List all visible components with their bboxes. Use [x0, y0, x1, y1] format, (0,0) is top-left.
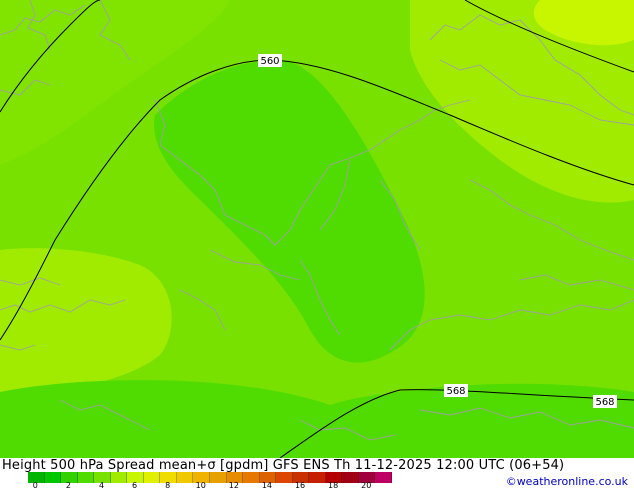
spread-map: 560 568 568 — [0, 0, 634, 458]
contour-label-560-text: 560 — [260, 56, 279, 67]
map-title: Height 500 hPa Spread mean+σ [gpdm] GFS … — [2, 458, 565, 473]
colorbar-tick-label: 14 — [261, 481, 273, 490]
colorbar-tick-label: 20 — [361, 481, 372, 490]
colorbar-ticks: 0 2 4 6 8 10 12 14 16 18 20 — [28, 482, 392, 490]
colorbar-tick-label: 12 — [228, 481, 239, 490]
colorbar-tick-label: 10 — [195, 481, 206, 490]
colorbar-tick-label: 18 — [328, 481, 339, 490]
contour-label-568-center: 568 — [444, 384, 468, 397]
colorbar-tick-label: 16 — [294, 481, 306, 490]
colorbar-tick-label: 0 — [32, 481, 38, 490]
credit-link[interactable]: ©weatheronline.co.uk — [506, 475, 628, 488]
colorbar-tick-label: 4 — [98, 481, 105, 490]
colorbar-tick-label: 8 — [165, 481, 171, 490]
colorbar-tick-label: 6 — [132, 481, 138, 490]
contour-label-568-east: 568 — [593, 395, 617, 408]
contour-label-560: 560 — [258, 54, 282, 67]
contour-label-568-center-text: 568 — [446, 386, 465, 397]
colorbar-tick-label: 2 — [65, 481, 71, 490]
contour-label-568-east-text: 568 — [595, 397, 614, 408]
